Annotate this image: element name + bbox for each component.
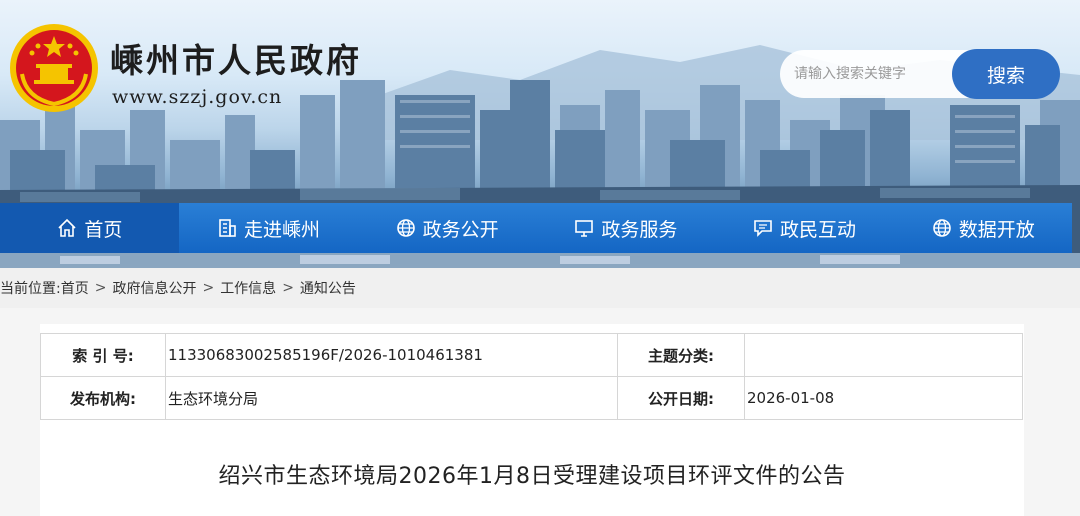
nav-item-gov-services[interactable]: 政务服务 — [536, 203, 715, 253]
breadcrumb-separator: > — [94, 280, 107, 296]
publisher-label: 发布机构: — [40, 376, 166, 420]
site-url: www.szzj.gov.cn — [112, 86, 283, 108]
topic-label: 主题分类: — [617, 333, 745, 377]
search-button[interactable]: 搜索 — [952, 49, 1060, 99]
main-nav: 首页 走进嵊州 政务公开 政务服务 政民互动 数据开放 — [0, 203, 1072, 253]
nav-item-home[interactable]: 首页 — [0, 203, 179, 253]
search-input[interactable] — [780, 50, 980, 98]
breadcrumb-item-home[interactable]: 首页 — [61, 278, 89, 298]
breadcrumb-separator: > — [202, 280, 215, 296]
breadcrumb-item-work-info[interactable]: 工作信息 — [220, 278, 276, 298]
nav-item-label: 政务公开 — [422, 218, 499, 241]
nav-item-open-data[interactable]: 数据开放 — [893, 203, 1072, 253]
nav-item-label: 政务服务 — [601, 218, 678, 241]
globe-icon — [396, 219, 415, 237]
site-title[interactable]: 嵊州市人民政府 — [110, 34, 362, 82]
table-row: 索 引 号: 11330683002585196F/2026-101046138… — [40, 333, 1023, 377]
breadcrumb-prefix: 当前位置: — [0, 281, 61, 297]
index-label: 索 引 号: — [40, 333, 166, 377]
breadcrumb: 当前位置: 首页 > 政府信息公开 > 工作信息 > 通知公告 — [0, 268, 1080, 308]
date-value: 2026-01-08 — [744, 376, 1023, 420]
publisher-value: 生态环境分局 — [165, 376, 618, 420]
chat-icon — [754, 220, 772, 237]
national-emblem-icon — [10, 24, 98, 112]
document-meta-table: 索 引 号: 11330683002585196F/2026-101046138… — [40, 333, 1023, 420]
nav-item-label: 数据开放 — [958, 218, 1035, 241]
globe-icon — [932, 219, 951, 237]
breadcrumb-separator: > — [282, 280, 294, 296]
nav-item-label: 首页 — [84, 218, 123, 241]
header-banner: 嵊州市人民政府 www.szzj.gov.cn 搜索 首页 走进嵊州 政务 — [0, 0, 1080, 268]
nav-item-label: 走进嵊州 — [244, 218, 321, 241]
nav-item-about[interactable]: 走进嵊州 — [179, 203, 358, 253]
table-row: 发布机构: 生态环境分局 公开日期: 2026-01-08 — [40, 376, 1023, 420]
home-icon — [58, 218, 76, 237]
breadcrumb-item-notices[interactable]: 通知公告 — [300, 278, 356, 298]
date-label: 公开日期: — [617, 376, 745, 420]
breadcrumb-item-gov-info[interactable]: 政府信息公开 — [112, 278, 196, 298]
nav-item-label: 政民互动 — [780, 218, 857, 241]
nav-item-gov-affairs[interactable]: 政务公开 — [357, 203, 536, 253]
building-icon — [219, 219, 236, 237]
nav-item-interaction[interactable]: 政民互动 — [715, 203, 894, 253]
topic-value — [744, 333, 1023, 377]
index-value: 11330683002585196F/2026-1010461381 — [165, 333, 618, 377]
document-title: 绍兴市生态环境局2026年1月8日受理建设项目环评文件的公告 — [218, 464, 846, 489]
monitor-icon — [575, 220, 594, 237]
